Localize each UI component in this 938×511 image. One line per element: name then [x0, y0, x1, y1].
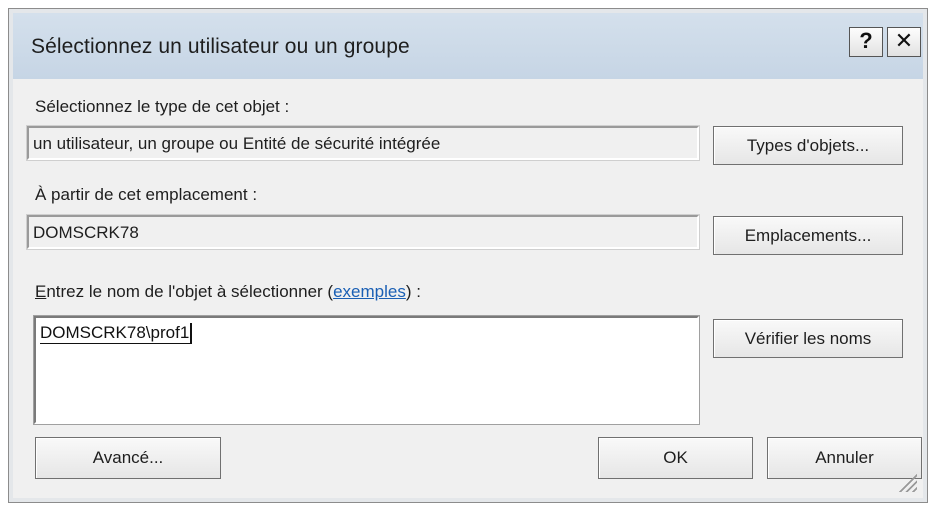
access-key-letter: E: [35, 282, 47, 301]
location-field: DOMSCRK78: [26, 214, 700, 250]
dialog-body: Sélectionnez le type de cet objet : un u…: [13, 79, 923, 498]
object-name-label-text: ntrez le nom de l'objet à sélectionner (: [46, 282, 334, 301]
dialog-title: Sélectionnez un utilisateur ou un groupe: [31, 35, 410, 58]
object-name-value: DOMSCRK78\prof1: [40, 323, 193, 344]
close-button[interactable]: ✕: [887, 27, 921, 57]
advanced-button[interactable]: Avancé...: [35, 437, 221, 479]
object-name-label-end: ) :: [405, 282, 421, 301]
title-bar: Sélectionnez un utilisateur ou un groupe…: [13, 13, 923, 79]
object-name-label: Entrez le nom de l'objet à sélectionner …: [35, 282, 421, 302]
help-button[interactable]: ?: [849, 27, 883, 57]
resize-grip-icon[interactable]: [899, 474, 917, 492]
ok-button[interactable]: OK: [598, 437, 753, 479]
examples-link[interactable]: exemples: [333, 282, 406, 301]
object-type-label: Sélectionnez le type de cet objet :: [35, 97, 290, 116]
location-label: À partir de cet emplacement :: [35, 185, 258, 204]
locations-button[interactable]: Emplacements...: [713, 216, 903, 255]
check-names-button[interactable]: Vérifier les noms: [713, 319, 903, 358]
object-type-field: un utilisateur, un groupe ou Entité de s…: [26, 125, 700, 161]
help-icon: ?: [859, 28, 873, 53]
close-icon: ✕: [894, 28, 914, 53]
select-user-dialog: Sélectionnez un utilisateur ou un groupe…: [8, 8, 928, 503]
object-name-input[interactable]: DOMSCRK78\prof1: [33, 315, 700, 425]
cancel-button[interactable]: Annuler: [767, 437, 922, 479]
object-types-button[interactable]: Types d'objets...: [713, 126, 903, 165]
